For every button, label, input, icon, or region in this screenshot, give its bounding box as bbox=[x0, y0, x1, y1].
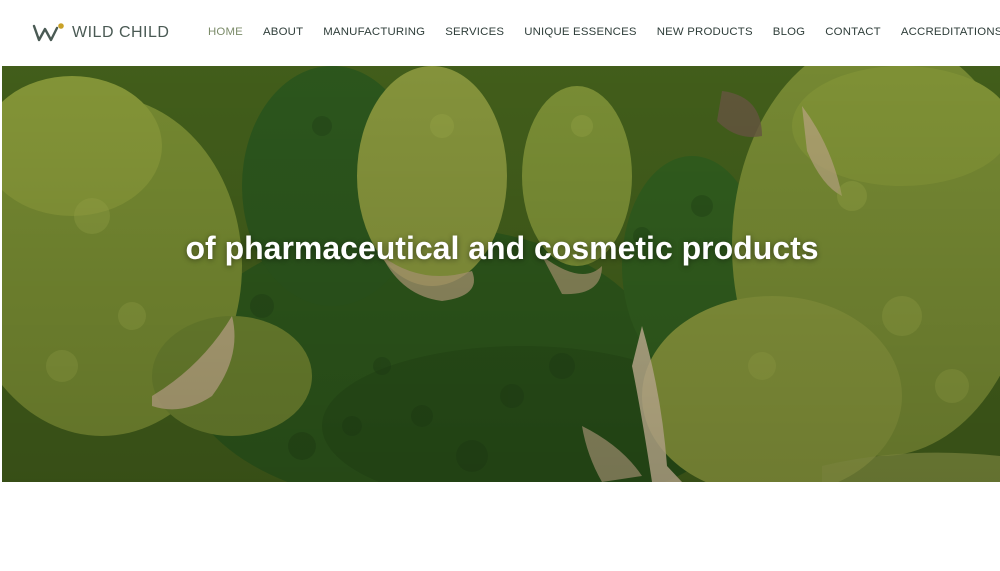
hero-banner: of pharmaceutical and cosmetic products bbox=[2, 66, 1000, 482]
wild-child-logo-icon bbox=[32, 23, 64, 42]
nav-item-blog[interactable]: BLOG bbox=[773, 25, 805, 39]
hero-tagline: of pharmaceutical and cosmetic products bbox=[185, 230, 819, 266]
nav-item-accreditations[interactable]: ACCREDITATIONS bbox=[901, 25, 1000, 39]
nav-item-unique-essences[interactable]: UNIQUE ESSENCES bbox=[524, 25, 637, 39]
nav-item-manufacturing[interactable]: MANUFACTURING bbox=[323, 25, 425, 39]
brand-name: WILD CHILD bbox=[72, 24, 170, 41]
site-header: WILD CHILD HOME ABOUT MANUFACTURING SERV… bbox=[0, 0, 1000, 66]
nav-item-services[interactable]: SERVICES bbox=[445, 25, 504, 39]
aerial-forest-canyon-image bbox=[2, 66, 1000, 482]
brand-logo[interactable]: WILD CHILD bbox=[32, 20, 169, 46]
nav-item-new-products[interactable]: NEW PRODUCTS bbox=[657, 25, 753, 39]
page: WILD CHILD HOME ABOUT MANUFACTURING SERV… bbox=[0, 0, 1000, 571]
main-nav: HOME ABOUT MANUFACTURING SERVICES UNIQUE… bbox=[208, 25, 1000, 39]
nav-item-about[interactable]: ABOUT bbox=[263, 25, 303, 39]
content-section bbox=[0, 482, 1000, 571]
nav-item-contact[interactable]: CONTACT bbox=[825, 25, 881, 39]
nav-item-home[interactable]: HOME bbox=[208, 25, 243, 39]
